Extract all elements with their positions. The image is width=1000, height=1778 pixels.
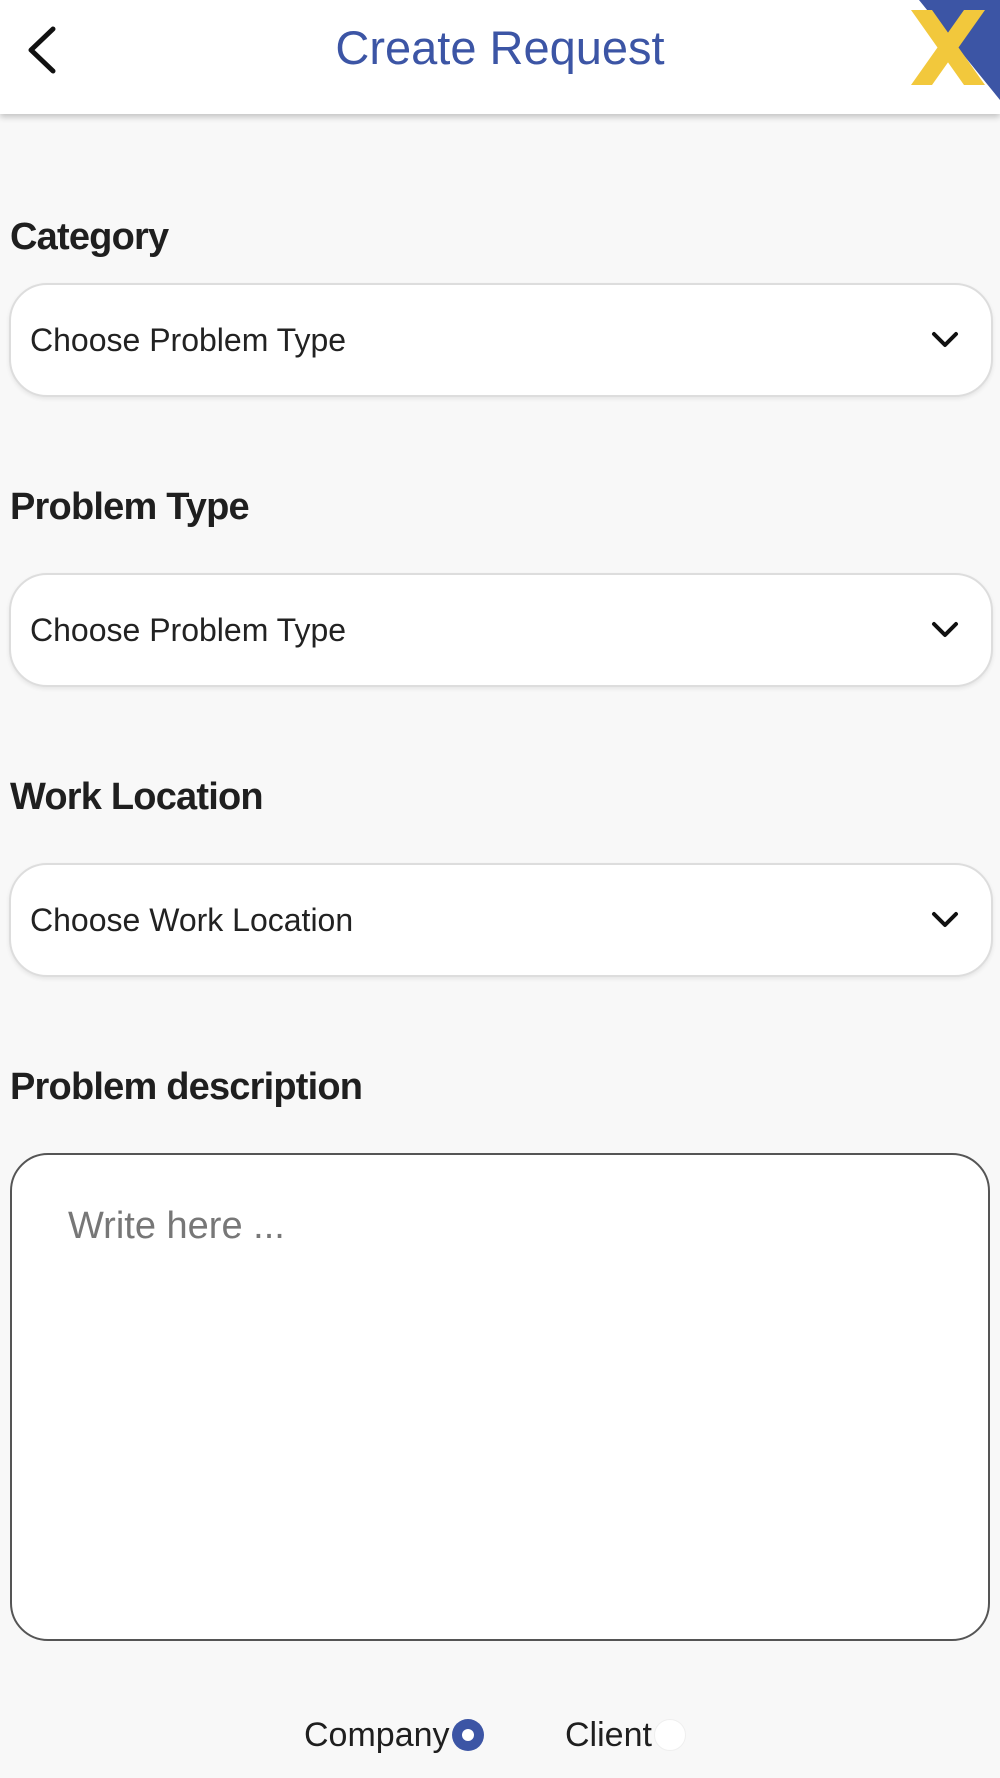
category-label: Category xyxy=(10,216,169,258)
chevron-down-icon xyxy=(932,622,958,637)
problem-description-label: Problem description xyxy=(10,1066,363,1108)
problem-type-select[interactable]: Choose Problem Type xyxy=(9,573,993,687)
work-location-select-value: Choose Work Location xyxy=(30,902,354,938)
client-radio[interactable]: Client xyxy=(565,1710,686,1760)
problem-description-input[interactable] xyxy=(68,1205,948,1605)
company-radio-label: Company xyxy=(304,1715,450,1754)
work-location-label: Work Location xyxy=(10,776,264,818)
app-header: Create Request xyxy=(0,0,1000,114)
category-select[interactable]: Choose Problem Type xyxy=(9,283,993,397)
client-radio-label: Client xyxy=(565,1715,652,1754)
work-location-select[interactable]: Choose Work Location xyxy=(9,863,993,977)
page-title: Create Request xyxy=(335,21,665,74)
chevron-down-icon xyxy=(932,912,958,927)
problem-type-label: Problem Type xyxy=(10,486,250,528)
x-logo xyxy=(911,0,1000,100)
radio-selected-icon[interactable] xyxy=(451,1719,484,1751)
problem-type-select-value: Choose Problem Type xyxy=(30,612,347,648)
category-select-value: Choose Problem Type xyxy=(30,322,347,358)
problem-description-box xyxy=(10,1153,990,1641)
radio-unselected-icon[interactable] xyxy=(653,1719,686,1751)
chevron-down-icon xyxy=(932,332,958,347)
company-radio[interactable]: Company xyxy=(304,1710,484,1760)
